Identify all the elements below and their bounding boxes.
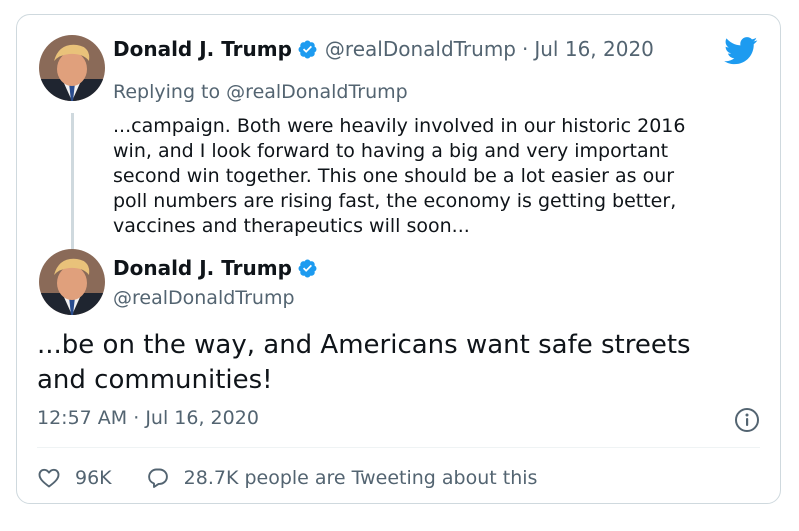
replying-handle-link[interactable]: @realDonaldTrump <box>226 81 408 103</box>
text-line: ...campaign. Both were heavily involved … <box>113 115 686 137</box>
text-line: win, and I look forward to having a big … <box>113 140 669 162</box>
tweet-date: Jul 16, 2020 <box>145 407 259 429</box>
avatar[interactable] <box>39 249 105 315</box>
separator-dot: · <box>522 37 529 61</box>
divider <box>37 447 760 448</box>
twitter-bird-icon[interactable] <box>724 37 758 65</box>
reply-author-row: Donald J. Trump @realDonaldTrump · Jul 1… <box>113 37 654 61</box>
author-name[interactable]: Donald J. Trump <box>113 37 292 61</box>
tweeting-link[interactable]: 28.7K people are Tweeting about this <box>146 466 538 490</box>
replying-label: Replying to <box>113 81 221 103</box>
text-line: ...be on the way, and Americans want saf… <box>37 330 691 360</box>
like-count: 96K <box>75 467 112 489</box>
main-author-row: Donald J. Trump <box>113 256 318 280</box>
speech-bubble-icon <box>147 468 168 488</box>
tweet-time: 12:57 AM <box>37 407 128 429</box>
separator-dot: · <box>133 407 140 429</box>
text-line: vaccines and therapeutics will soon... <box>113 215 470 237</box>
text-line: poll numbers are rising fast, the econom… <box>113 190 677 212</box>
profile-photo-icon <box>39 249 105 315</box>
profile-photo-icon <box>39 35 105 101</box>
heart-icon <box>38 468 60 488</box>
replying-to: Replying to @realDonaldTrump <box>113 81 408 103</box>
info-icon[interactable] <box>734 407 760 433</box>
avatar[interactable] <box>39 35 105 101</box>
verified-badge-icon <box>298 40 317 58</box>
tweeting-count-label: 28.7K people are Tweeting about this <box>183 467 538 489</box>
main-tweet-text: ...be on the way, and Americans want saf… <box>37 328 691 398</box>
text-line: second win together. This one should be … <box>113 165 675 187</box>
author-name[interactable]: Donald J. Trump <box>113 256 292 280</box>
action-bar: 96K 28.7K people are Tweeting about this <box>37 466 537 490</box>
verified-badge-icon <box>298 259 317 277</box>
author-handle[interactable]: @realDonaldTrump <box>113 287 295 309</box>
text-line: and communities! <box>37 365 273 395</box>
tweet-date[interactable]: Jul 16, 2020 <box>534 37 654 61</box>
reply-tweet-text: ...campaign. Both were heavily involved … <box>113 114 753 239</box>
like-button[interactable]: 96K <box>37 466 112 490</box>
tweet-timestamp[interactable]: 12:57 AM · Jul 16, 2020 <box>37 407 259 429</box>
embedded-tweet-card: Donald J. Trump @realDonaldTrump · Jul 1… <box>16 14 781 504</box>
author-handle[interactable]: @realDonaldTrump <box>325 37 516 61</box>
thread-connector-line <box>71 113 74 253</box>
